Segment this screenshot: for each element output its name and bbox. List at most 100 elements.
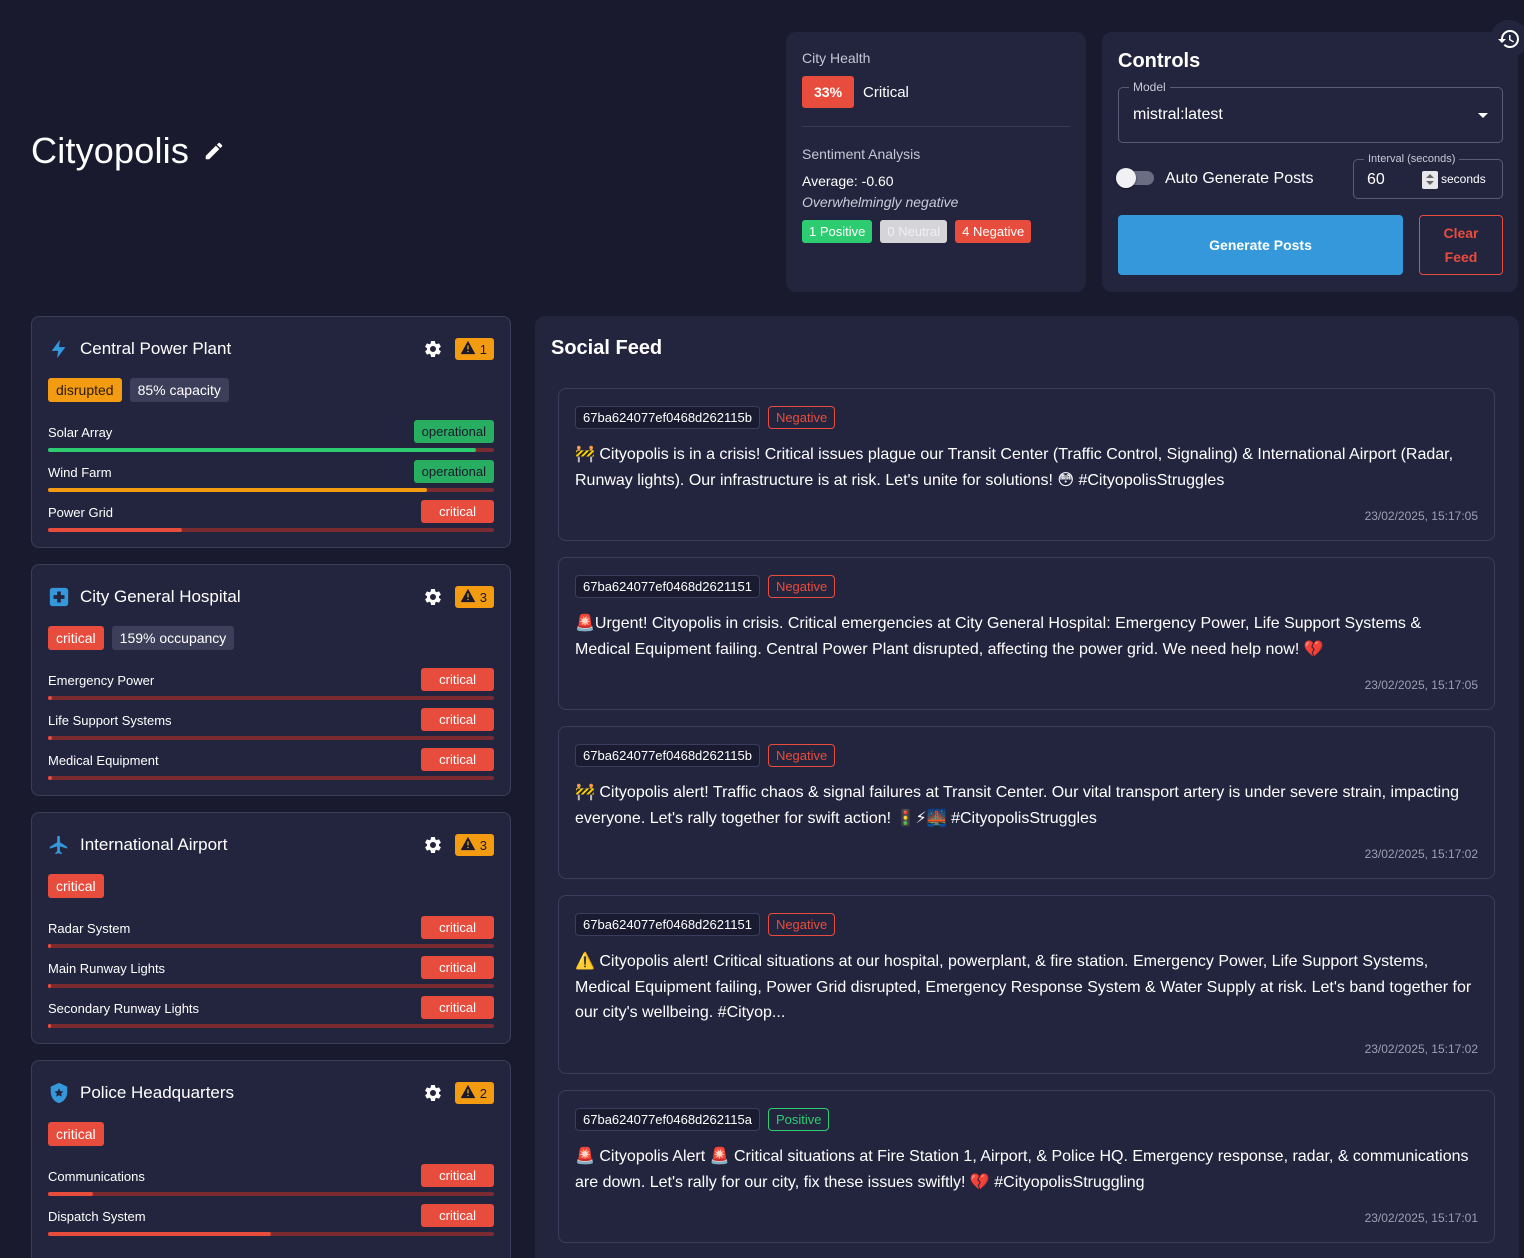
facility-card[interactable]: Police Headquarters 2 critical Communica… (31, 1060, 511, 1258)
health-percent-badge: 33% (802, 76, 855, 108)
warning-count: 1 (479, 341, 487, 357)
gear-icon[interactable] (423, 835, 443, 855)
warning-count-badge[interactable]: 3 (454, 834, 494, 856)
subsystem-status-badge: critical (421, 916, 494, 939)
medical-cross-icon (48, 586, 70, 608)
warning-count-badge[interactable]: 3 (454, 586, 494, 608)
feed-post: 67ba624077ef0468d2621151 Negative ⚠️ Cit… (558, 895, 1495, 1074)
facility-metric-tag: 85% capacity (129, 378, 229, 402)
subsystem-status-badge: critical (421, 668, 494, 691)
subsystem-health-fill (48, 736, 53, 740)
interval-input[interactable]: Interval (seconds) 60 seconds (1353, 153, 1503, 199)
post-sentiment-tag: Positive (767, 1108, 830, 1131)
subsystem-health-bar (48, 984, 494, 988)
facility-card[interactable]: City General Hospital 3 critical 159% oc… (31, 564, 511, 796)
subsystem-row: Communications critical (48, 1164, 494, 1196)
social-feed-panel: Social Feed 67ba624077ef0468d262115b Neg… (535, 316, 1519, 1258)
subsystem-row: Power Grid critical (48, 500, 494, 532)
subsystem-health-fill (48, 1232, 271, 1236)
facility-card[interactable]: Central Power Plant 1 disrupted 85% capa… (31, 316, 511, 548)
subsystem-row: Main Runway Lights critical (48, 956, 494, 988)
model-value: mistral:latest (1133, 106, 1223, 123)
warning-count-badge[interactable]: 2 (454, 1082, 494, 1104)
warning-icon (460, 836, 476, 854)
warning-icon (460, 1084, 476, 1102)
post-sentiment-tag: Negative (767, 406, 836, 429)
subsystem-status-badge: critical (421, 748, 494, 771)
subsystem-health-fill (48, 1192, 93, 1196)
subsystem-status-badge: critical (421, 500, 494, 523)
subsystem-status-badge: critical (421, 996, 494, 1019)
subsystem-health-fill (48, 696, 53, 700)
warning-icon (460, 588, 476, 606)
positive-count-badge: 1 Positive (802, 220, 873, 243)
subsystem-health-fill (48, 1024, 52, 1028)
subsystem-name: Emergency Power (48, 673, 155, 688)
subsystem-name: Communications (48, 1169, 145, 1184)
subsystem-health-fill (48, 448, 477, 452)
post-text: 🚧 Cityopolis alert! Traffic chaos & sign… (575, 784, 1459, 827)
facility-status-tag: disrupted (48, 378, 122, 402)
gear-icon[interactable] (423, 1083, 443, 1103)
subsystem-health-bar (48, 528, 494, 532)
subsystem-name: Medical Equipment (48, 753, 159, 768)
controls-title: Controls (1118, 50, 1201, 72)
facility-name: Central Power Plant (80, 339, 232, 358)
subsystem-row: Emergency Power critical (48, 668, 494, 700)
city-name: Cityopolis (31, 130, 190, 171)
feed-post: 67ba624077ef0468d262115b Negative 🚧 City… (558, 388, 1495, 541)
history-button[interactable] (1490, 20, 1524, 58)
number-spinner-icon[interactable] (1422, 171, 1438, 189)
feed-post: 67ba624077ef0468d262115a Positive 🚨 City… (558, 1090, 1495, 1243)
post-timestamp: 23/02/2025, 15:17:02 (1364, 847, 1478, 861)
feed-post: 67ba624077ef0468d262115b Negative 🚧 City… (558, 726, 1495, 879)
subsystem-name: Dispatch System (48, 1209, 146, 1224)
lightning-icon (48, 338, 70, 360)
facility-name: International Airport (80, 835, 228, 854)
divider (802, 126, 1070, 127)
subsystem-name: Radar System (48, 921, 131, 936)
negative-count-badge: 4 Negative (955, 220, 1032, 243)
post-text: 🚨Urgent! Cityopolis in crisis. Critical … (575, 615, 1422, 658)
subsystem-name: Life Support Systems (48, 713, 172, 728)
warning-icon (460, 340, 476, 358)
clear-feed-button[interactable]: Clear Feed (1419, 215, 1503, 275)
subsystem-row: Dispatch System critical (48, 1204, 494, 1236)
sentiment-title: Sentiment Analysis (802, 146, 921, 162)
sentiment-description: Overwhelmingly negative (802, 194, 959, 210)
warning-count-badge[interactable]: 1 (454, 338, 494, 360)
facility-status-tag: critical (48, 874, 104, 898)
subsystem-row: Life Support Systems critical (48, 708, 494, 740)
neutral-count-badge: 0 Neutral (880, 220, 948, 243)
subsystem-row: Secondary Runway Lights critical (48, 996, 494, 1028)
post-sentiment-tag: Negative (767, 575, 836, 598)
subsystem-health-fill (48, 944, 52, 948)
interval-unit: seconds (1441, 172, 1486, 186)
edit-pencil-icon[interactable] (203, 140, 225, 162)
feed-post: 67ba624077ef0468d2621151 Negative 🚨Urgen… (558, 557, 1495, 710)
toggle-knob (1116, 168, 1136, 188)
city-health-panel: City Health 33% Critical Sentiment Analy… (786, 32, 1086, 292)
airplane-icon (48, 834, 70, 856)
post-text: 🚧 Cityopolis is in a crisis! Critical is… (575, 446, 1454, 489)
post-id-badge: 67ba624077ef0468d2621151 (575, 913, 760, 936)
generate-posts-button[interactable]: Generate Posts (1118, 215, 1403, 275)
subsystem-name: Main Runway Lights (48, 961, 166, 976)
model-select[interactable]: Model mistral:latest (1118, 80, 1503, 143)
city-health-title: City Health (802, 50, 871, 66)
warning-count: 2 (479, 1085, 487, 1101)
controls-panel: Controls Model mistral:latest Auto Gener… (1102, 32, 1518, 292)
subsystem-health-bar (48, 448, 494, 452)
gear-icon[interactable] (423, 587, 443, 607)
subsystem-status-badge: critical (421, 708, 494, 731)
post-sentiment-tag: Negative (767, 913, 836, 936)
auto-generate-toggle[interactable] (1116, 168, 1154, 188)
facility-status-tag: critical (48, 626, 104, 650)
subsystem-health-fill (48, 488, 428, 492)
gear-icon[interactable] (423, 339, 443, 359)
facility-name: Police Headquarters (80, 1083, 235, 1102)
facility-card[interactable]: International Airport 3 critical Radar S… (31, 812, 511, 1044)
subsystem-name: Secondary Runway Lights (48, 1001, 200, 1016)
facility-metric-tag: 159% occupancy (111, 626, 235, 650)
warning-count: 3 (479, 837, 487, 853)
